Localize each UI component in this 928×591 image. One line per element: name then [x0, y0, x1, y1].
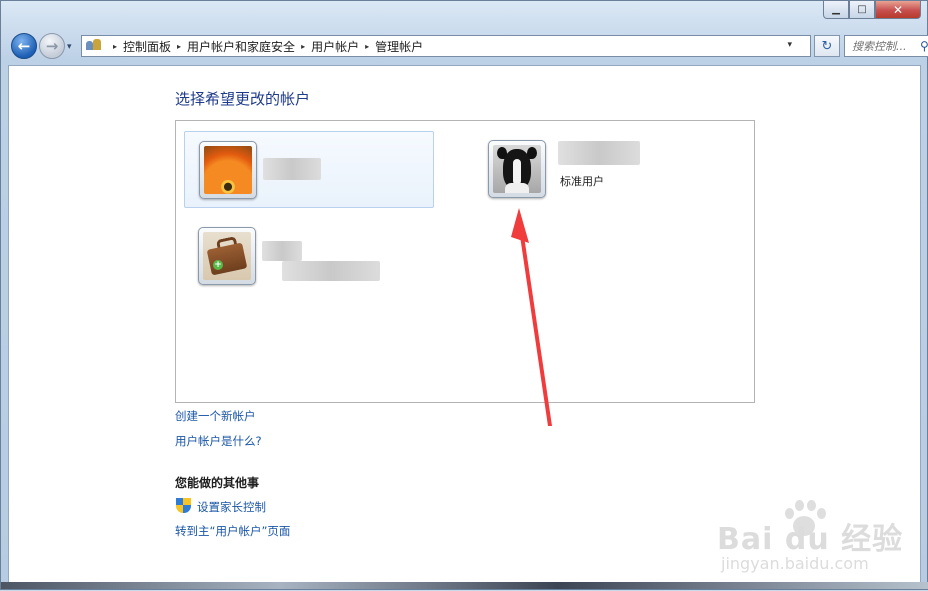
caption-buttons: ▁ □ ✕ [823, 1, 921, 21]
watermark-logo-text: Bai du 经验 [717, 522, 904, 557]
parental-controls-link[interactable]: 设置家长控制 [197, 499, 266, 515]
breadcrumb-manage-accounts[interactable]: 管理帐户 [375, 38, 423, 55]
briefcase-picture-icon: + [203, 232, 251, 280]
refresh-icon: ↻ [821, 38, 833, 54]
goto-user-accounts-link[interactable]: 转到主“用户帐户”页面 [175, 523, 290, 539]
watermark-url: jingyan.baidu.com [721, 554, 869, 573]
account-name-redacted [263, 158, 321, 180]
breadcrumb-user-accounts[interactable]: 用户帐户 [311, 38, 359, 55]
control-panel-icon [85, 38, 103, 54]
page-title: 选择希望更改的帐户 [175, 90, 311, 108]
address-bar[interactable]: ▸ 控制面板 ▸ 用户帐户和家庭安全 ▸ 用户帐户 ▸ 管理帐户 ▾ [81, 35, 811, 57]
breadcrumb-user-accounts-family-safety[interactable]: 用户帐户和家庭安全 [187, 38, 295, 55]
search-icon[interactable]: ⚲ [920, 39, 928, 53]
back-button[interactable]: ← [11, 33, 37, 59]
accounts-list: 标准用户 + [175, 120, 755, 403]
account-picture [488, 140, 546, 198]
chevron-right-icon[interactable]: ▸ [177, 42, 181, 51]
minimize-button[interactable]: ▁ [823, 1, 849, 19]
taskbar-strip [1, 582, 928, 589]
breadcrumb: ▸ 控制面板 ▸ 用户帐户和家庭安全 ▸ 用户帐户 ▸ 管理帐户 [107, 38, 423, 55]
flower-picture-icon [204, 146, 252, 194]
account-picture [199, 141, 257, 199]
account-type-label: 标准用户 [560, 175, 604, 188]
account-tile-3[interactable]: + [184, 221, 434, 298]
navigation-bar: ← → ▾ ▸ 控制面板 ▸ 用户帐户和家庭安全 ▸ 用户帐户 ▸ 管理帐户 ▾… [9, 33, 928, 61]
forward-button[interactable]: → [39, 33, 65, 59]
refresh-button[interactable]: ↻ [814, 35, 840, 57]
main-content: 选择希望更改的帐户 标准用户 + 创建一个新帐户 用户帐户是什么? 您能做的其他… [8, 65, 921, 584]
account-name-redacted [558, 141, 640, 165]
breadcrumb-control-panel[interactable]: 控制面板 [123, 38, 171, 55]
account-tile-2[interactable]: 标准用户 [476, 131, 726, 208]
chevron-right-icon[interactable]: ▸ [365, 42, 369, 51]
create-account-link[interactable]: 创建一个新帐户 [175, 408, 256, 424]
account-tile-1[interactable] [184, 131, 434, 208]
recent-pages-dropdown-icon[interactable]: ▾ [67, 42, 72, 52]
search-input[interactable] [850, 38, 920, 54]
uac-shield-icon [176, 498, 191, 514]
chevron-down-icon[interactable]: ▾ [787, 40, 792, 50]
chevron-right-icon[interactable]: ▸ [113, 42, 117, 51]
maximize-button[interactable]: □ [849, 1, 875, 19]
control-panel-window: ▁ □ ✕ ← → ▾ ▸ 控制面板 ▸ 用户帐户和家庭安全 ▸ 用户帐户 ▸ … [0, 0, 928, 590]
dog-picture-icon [493, 145, 541, 193]
what-is-account-link[interactable]: 用户帐户是什么? [175, 433, 262, 449]
close-button[interactable]: ✕ [875, 1, 921, 19]
account-picture: + [198, 227, 256, 285]
account-name-redacted [282, 261, 380, 281]
chevron-right-icon[interactable]: ▸ [301, 42, 305, 51]
other-tasks-heading: 您能做的其他事 [175, 476, 260, 490]
search-box[interactable]: ⚲ [844, 35, 928, 57]
account-name-redacted [262, 241, 302, 261]
